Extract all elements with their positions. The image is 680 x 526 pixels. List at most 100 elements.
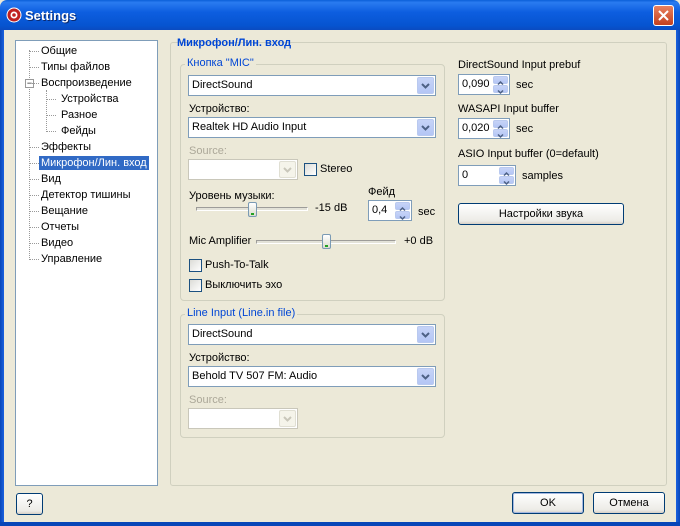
mic-amplifier-label: Mic Amplifier: [189, 235, 252, 247]
tree-connector-line: [29, 243, 39, 244]
mute-echo-label: Выключить эхо: [205, 279, 283, 291]
title-bar: Settings: [0, 0, 680, 30]
mute-echo-checkbox[interactable]: [189, 279, 202, 292]
tree-connector-line: [29, 51, 39, 52]
fade-spinner[interactable]: 0,4: [368, 200, 412, 221]
stereo-checkbox[interactable]: [304, 163, 317, 176]
ok-button[interactable]: OK: [512, 492, 584, 514]
directsound-prebuf-label: DirectSound Input prebuf: [458, 59, 581, 71]
wasapi-buffer-label: WASAPI Input buffer: [458, 103, 559, 115]
tree-item[interactable]: Типы файлов: [39, 60, 112, 74]
mic-source-label: Source:: [189, 145, 227, 157]
asio-buffer-unit: samples: [522, 170, 563, 182]
spin-up-icon[interactable]: [395, 202, 410, 212]
chevron-down-icon[interactable]: [417, 368, 434, 385]
tree-item[interactable]: Воспроизведение: [39, 76, 134, 90]
directsound-prebuf-value: 0,090: [462, 78, 490, 90]
mic-amplifier-value: +0 dB: [404, 235, 434, 247]
mic-device-value: Realtek HD Audio Input: [192, 121, 307, 133]
tree-item[interactable]: Отчеты: [39, 220, 81, 234]
sound-settings-button[interactable]: Настройки звука: [458, 203, 624, 225]
music-level-value: -15 dB: [315, 202, 348, 214]
spin-down-icon[interactable]: [493, 85, 508, 95]
line-input-group-label: Line Input (Line.in file): [185, 307, 298, 319]
tree-item[interactable]: Вещание: [39, 204, 90, 218]
chevron-down-icon[interactable]: [417, 77, 434, 94]
tree-item[interactable]: Эффекты: [39, 140, 93, 154]
tree-connector-line: [46, 99, 56, 100]
close-icon: [658, 10, 669, 21]
mic-amplifier-slider[interactable]: [322, 234, 331, 249]
line-device-label: Устройство:: [189, 352, 250, 364]
settings-tree[interactable]: − Общие Типы файлов Воспроизведение Устройс…: [15, 40, 158, 486]
mic-group-label: Кнопка "MIC": [185, 57, 256, 69]
tree-connector-line: [29, 195, 39, 196]
chevron-down-icon[interactable]: [417, 119, 434, 136]
tree-item[interactable]: Детектор тишины: [39, 188, 133, 202]
tree-item[interactable]: Видео: [39, 236, 75, 250]
tree-item[interactable]: Микрофон/Лин. вход: [39, 156, 149, 170]
spin-down-icon[interactable]: [493, 129, 508, 139]
line-source-label: Source:: [189, 394, 227, 406]
mic-source-select[interactable]: [188, 159, 298, 180]
music-level-label: Уровень музыки:: [189, 190, 275, 202]
mic-device-select[interactable]: Realtek HD Audio Input: [188, 117, 436, 138]
window-frame-bottom: [0, 522, 680, 526]
music-level-slider[interactable]: [248, 202, 257, 217]
mic-driver-value: DirectSound: [192, 79, 253, 91]
tree-connector-line: [29, 83, 39, 84]
tree-connector-line: [29, 67, 39, 68]
spin-up-icon[interactable]: [493, 120, 508, 130]
tree-item[interactable]: Управление: [39, 252, 104, 266]
window-title: Settings: [25, 8, 77, 23]
panel-title: Микрофон/Лин. вход: [177, 37, 292, 49]
tree-connector-line: [29, 259, 39, 260]
tree-connector-line: [29, 179, 39, 180]
spin-up-icon[interactable]: [499, 167, 514, 177]
tree-item[interactable]: Разное: [59, 108, 99, 122]
help-button[interactable]: ?: [16, 493, 43, 515]
mic-device-label: Устройство:: [189, 103, 250, 115]
tree-connector-line: [46, 90, 47, 132]
line-device-select[interactable]: Behold TV 507 FM: Audio: [188, 366, 436, 387]
chevron-down-icon[interactable]: [417, 326, 434, 343]
fade-label: Фейд: [368, 186, 396, 198]
asio-buffer-label: ASIO Input buffer (0=default): [458, 148, 599, 160]
chevron-down-icon[interactable]: [279, 410, 296, 427]
tree-item[interactable]: Фейды: [59, 124, 98, 138]
line-source-select[interactable]: [188, 408, 298, 429]
wasapi-buffer-value: 0,020: [462, 122, 490, 134]
line-device-value: Behold TV 507 FM: Audio: [192, 370, 318, 382]
directsound-prebuf-unit: sec: [516, 79, 534, 91]
line-driver-value: DirectSound: [192, 328, 253, 340]
tree-connector-line: [46, 131, 56, 132]
tree-connector-line: [29, 211, 39, 212]
mic-driver-select[interactable]: DirectSound: [188, 75, 436, 96]
push-to-talk-label: Push-To-Talk: [205, 259, 269, 271]
stereo-label: Stereo: [320, 163, 353, 175]
tree-item[interactable]: Устройства: [59, 92, 121, 106]
close-button[interactable]: [653, 5, 674, 26]
push-to-talk-checkbox[interactable]: [189, 259, 202, 272]
wasapi-buffer-spinner[interactable]: 0,020: [458, 118, 510, 139]
line-driver-select[interactable]: DirectSound: [188, 324, 436, 345]
tree-item[interactable]: Вид: [39, 172, 63, 186]
window-frame-right: [676, 30, 680, 526]
app-icon: [6, 7, 22, 23]
tree-connector-line: [46, 115, 56, 116]
tree-connector-line: [29, 163, 39, 164]
tree-connector-line: [29, 227, 39, 228]
chevron-down-icon[interactable]: [279, 161, 296, 178]
asio-buffer-value: 0: [462, 169, 469, 181]
fade-unit: sec: [418, 206, 436, 218]
wasapi-buffer-unit: sec: [516, 123, 534, 135]
spin-down-icon[interactable]: [499, 176, 514, 186]
directsound-prebuf-spinner[interactable]: 0,090: [458, 74, 510, 95]
asio-buffer-spinner[interactable]: 0: [458, 165, 516, 186]
spin-up-icon[interactable]: [493, 76, 508, 86]
tree-item[interactable]: Общие: [39, 44, 79, 58]
spin-down-icon[interactable]: [395, 211, 410, 221]
fade-value: 0,4: [372, 204, 388, 216]
cancel-button[interactable]: Отмена: [593, 492, 665, 514]
tree-connector-line: [29, 147, 39, 148]
